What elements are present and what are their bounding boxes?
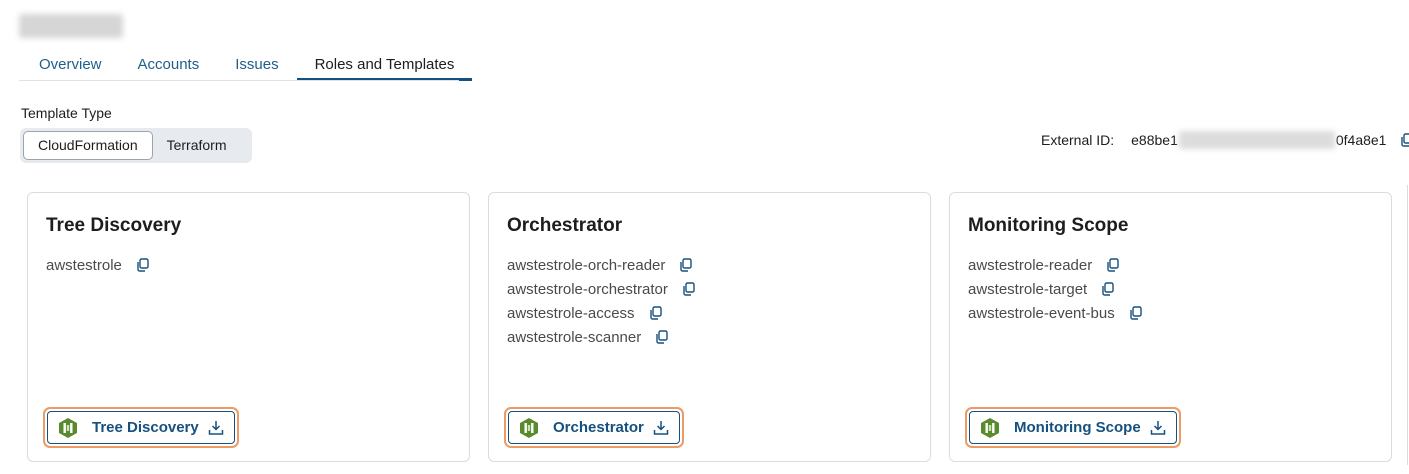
role-item: awstestrole-event-bus <box>968 301 1143 325</box>
cloudformation-logo-icon <box>981 417 999 438</box>
cloudformation-option[interactable]: CloudFormation <box>23 131 153 160</box>
role-name: awstestrole-orch-reader <box>507 256 666 274</box>
role-name: awstestrole-reader <box>968 256 1093 274</box>
role-item: awstestrole-target <box>968 277 1143 301</box>
role-name: awstestrole-scanner <box>507 328 642 346</box>
template-type-toggle: CloudFormation Terraform <box>20 128 252 163</box>
card-title: Tree Discovery <box>46 215 182 236</box>
cloudformation-logo-icon <box>59 417 77 438</box>
cloudformation-logo-icon <box>520 417 538 438</box>
card-tree-discovery: Tree Discovery awstestrole Tree Discover… <box>27 192 470 462</box>
copy-icon[interactable] <box>649 306 663 320</box>
role-list: awstestrole-reader awstestrole-target aw… <box>968 253 1143 325</box>
download-orchestrator-button[interactable]: Orchestrator <box>508 411 680 444</box>
download-icon <box>208 420 223 435</box>
tab-divider <box>19 80 459 81</box>
download-icon <box>653 420 669 435</box>
page: Overview Accounts Issues Roles and Templ… <box>0 0 1409 474</box>
download-highlight: Orchestrator <box>504 407 684 448</box>
tab-issues[interactable]: Issues <box>217 50 296 80</box>
download-tree-discovery-button[interactable]: Tree Discovery <box>47 411 235 444</box>
tab-bar: Overview Accounts Issues Roles and Templ… <box>21 50 473 82</box>
role-name: awstestrole <box>46 256 122 274</box>
card-title: Orchestrator <box>507 215 623 236</box>
download-button-label: Orchestrator <box>553 419 644 436</box>
copy-icon[interactable] <box>682 282 696 296</box>
role-list: awstestrole <box>46 253 150 277</box>
terraform-option[interactable]: Terraform <box>153 131 241 160</box>
download-button-label: Monitoring Scope <box>1014 419 1141 436</box>
copy-icon[interactable] <box>655 330 669 344</box>
download-monitoring-scope-button[interactable]: Monitoring Scope <box>969 411 1177 444</box>
external-id-redacted <box>1178 131 1335 149</box>
copy-icon[interactable] <box>1400 133 1409 147</box>
download-button-label: Tree Discovery <box>92 419 199 436</box>
copy-icon[interactable] <box>1101 282 1115 296</box>
tab-overview[interactable]: Overview <box>21 50 120 80</box>
card-monitoring-scope: Monitoring Scope awstestrole-reader awst… <box>949 192 1392 462</box>
blurred-page-title <box>19 14 123 38</box>
role-item: awstestrole <box>46 253 150 277</box>
copy-icon[interactable] <box>1106 258 1120 272</box>
role-item: awstestrole-scanner <box>507 325 696 349</box>
template-type-label: Template Type <box>21 105 112 121</box>
card-orchestrator: Orchestrator awstestrole-orch-reader aws… <box>488 192 931 462</box>
copy-icon[interactable] <box>136 258 150 272</box>
role-name: awstestrole-target <box>968 280 1088 298</box>
next-card-edge <box>1407 185 1408 465</box>
external-id: External ID: e88be1 0f4a8e1 <box>1041 130 1409 150</box>
download-highlight: Tree Discovery <box>43 407 239 448</box>
card-title: Monitoring Scope <box>968 215 1129 236</box>
tab-roles-and-templates[interactable]: Roles and Templates <box>296 50 473 81</box>
role-item: awstestrole-reader <box>968 253 1143 277</box>
role-name: awstestrole-orchestrator <box>507 280 668 298</box>
external-id-label: External ID: <box>1041 132 1115 148</box>
role-name: awstestrole-access <box>507 304 635 322</box>
copy-icon[interactable] <box>679 258 693 272</box>
role-name: awstestrole-event-bus <box>968 304 1115 322</box>
role-item: awstestrole-orch-reader <box>507 253 696 277</box>
copy-icon[interactable] <box>1129 306 1143 320</box>
download-icon <box>1150 420 1165 435</box>
external-id-value-end: 0f4a8e1 <box>1335 132 1387 148</box>
role-item: awstestrole-access <box>507 301 696 325</box>
role-list: awstestrole-orch-reader awstestrole-orch… <box>507 253 696 349</box>
tab-accounts[interactable]: Accounts <box>120 50 218 80</box>
role-item: awstestrole-orchestrator <box>507 277 696 301</box>
download-highlight: Monitoring Scope <box>965 407 1181 448</box>
external-id-value-start: e88be1 <box>1131 132 1178 148</box>
